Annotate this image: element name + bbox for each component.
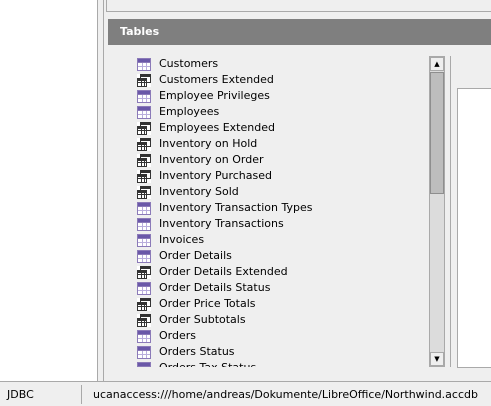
table-icon — [137, 281, 151, 295]
tables-section-header: Tables — [108, 19, 491, 45]
tree-item[interactable]: Inventory Transaction Types — [137, 200, 312, 216]
query-icon — [137, 169, 151, 183]
tree-item[interactable]: Employees Extended — [137, 120, 275, 136]
table-icon — [137, 233, 151, 247]
query-icon — [137, 137, 151, 151]
query-icon — [137, 121, 151, 135]
tree-item[interactable]: Customers — [137, 56, 218, 72]
tree-item[interactable]: Order Details — [137, 248, 232, 264]
tree-item-label: Inventory Transactions — [159, 217, 284, 230]
database-objects-pane[interactable] — [0, 0, 98, 381]
scroll-thumb[interactable] — [430, 72, 444, 194]
query-icon — [137, 265, 151, 279]
arrow-up-icon: ▲ — [434, 60, 440, 68]
tree-item-label: Inventory Purchased — [159, 169, 272, 182]
preview-document — [457, 88, 491, 368]
tree-item-label: Customers Extended — [159, 73, 274, 86]
table-icon — [137, 345, 151, 359]
scroll-up-button[interactable]: ▲ — [430, 57, 444, 71]
tree-item[interactable]: Employees — [137, 104, 219, 120]
tree-item[interactable]: Inventory Purchased — [137, 168, 272, 184]
tree-item[interactable]: Orders Status — [137, 344, 235, 360]
tree-item-label: Employee Privileges — [159, 89, 270, 102]
tree-item-label: Employees Extended — [159, 121, 275, 134]
tree-scrollbar[interactable]: ▲ ▼ — [429, 56, 445, 367]
database-window: Tables Customers Customers Extended Employ… — [0, 0, 491, 406]
tree-item[interactable]: Order Details Status — [137, 280, 270, 296]
scroll-down-button[interactable]: ▼ — [430, 352, 444, 366]
tree-item[interactable]: Customers Extended — [137, 72, 274, 88]
query-icon — [137, 73, 151, 87]
tree-item-label: Invoices — [159, 233, 205, 246]
table-icon — [137, 89, 151, 103]
tree-item-label: Employees — [159, 105, 220, 118]
query-icon — [137, 185, 151, 199]
tree-item[interactable]: Inventory on Hold — [137, 136, 257, 152]
tree-item[interactable]: Orders Tax Status — [137, 360, 256, 367]
tree-item-label: Orders Status — [159, 345, 235, 358]
tree-item[interactable]: Inventory on Order — [137, 152, 264, 168]
table-icon — [137, 201, 151, 215]
tree-item[interactable]: Orders — [137, 328, 196, 344]
tasks-panel — [104, 0, 491, 14]
tables-tree[interactable]: Customers Customers Extended Employee Priv… — [137, 56, 429, 367]
table-icon — [137, 361, 151, 367]
tree-item[interactable]: Order Subtotals — [137, 312, 246, 328]
table-icon — [137, 217, 151, 231]
connection-type: JDBC — [0, 385, 82, 404]
tree-item-label: Order Details Extended — [159, 265, 288, 278]
tree-item[interactable]: Employee Privileges — [137, 88, 270, 104]
tree-item[interactable]: Invoices — [137, 232, 204, 248]
tree-item-label: Inventory on Hold — [159, 137, 258, 150]
tree-item[interactable]: Inventory Sold — [137, 184, 239, 200]
tree-item-label: Inventory Sold — [159, 185, 239, 198]
tree-item-label: Inventory on Order — [159, 153, 264, 166]
tree-item-label: Orders — [159, 329, 196, 342]
tree-item-label: Inventory Transaction Types — [159, 201, 313, 214]
tasks-panel-frame — [106, 0, 491, 12]
tree-item-label: Order Subtotals — [159, 313, 246, 326]
pane-splitter[interactable] — [98, 0, 104, 381]
tree-item[interactable]: Order Details Extended — [137, 264, 288, 280]
status-bar: JDBC ucanaccess:///home/andreas/Dokument… — [0, 381, 491, 406]
tree-item-label: Order Details — [159, 249, 232, 262]
table-icon — [137, 105, 151, 119]
arrow-down-icon: ▼ — [434, 355, 440, 363]
tree-item-label: Orders Tax Status — [159, 360, 256, 367]
query-icon — [137, 313, 151, 327]
tree-item-label: Customers — [159, 57, 219, 70]
tree-item[interactable]: Order Price Totals — [137, 296, 256, 312]
table-icon — [137, 329, 151, 343]
tree-item-label: Order Details Status — [159, 281, 271, 294]
tree-item-label: Order Price Totals — [159, 297, 256, 310]
table-icon — [137, 249, 151, 263]
query-icon — [137, 153, 151, 167]
connection-url: ucanaccess:///home/andreas/Dokumente/Lib… — [93, 388, 478, 401]
query-icon — [137, 297, 151, 311]
table-icon — [137, 57, 151, 71]
tree-item[interactable]: Inventory Transactions — [137, 216, 284, 232]
